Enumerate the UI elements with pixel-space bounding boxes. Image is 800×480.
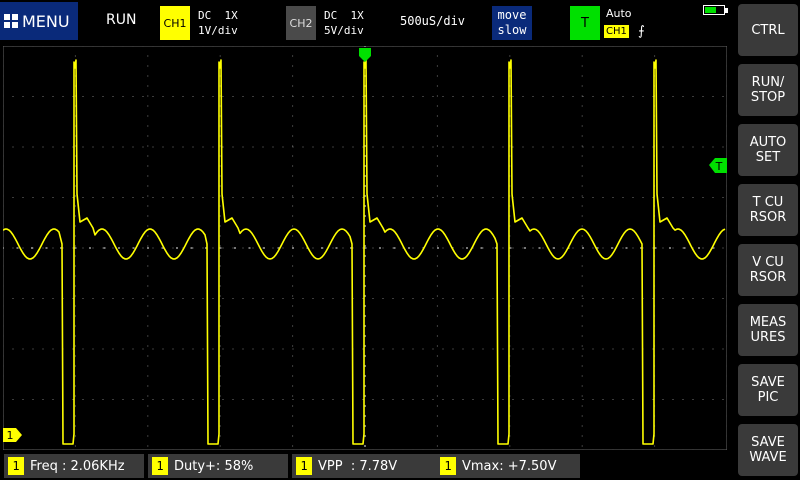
- battery-icon: [703, 5, 728, 15]
- timebase-readout[interactable]: 500uS/div: [400, 14, 465, 28]
- measure-value: Freq : 2.06KHz: [30, 458, 125, 474]
- trigger-badge[interactable]: T: [570, 6, 600, 40]
- ch2-coupling: DC 1X: [324, 9, 364, 22]
- measure-channel-badge: 1: [152, 457, 168, 475]
- ch1-scale: 1V/div: [198, 24, 238, 37]
- ch1-ground-label: 1: [7, 429, 14, 442]
- measure-channel-badge: 1: [440, 457, 456, 475]
- ch1-coupling: DC 1X: [198, 9, 238, 22]
- move-speed-button[interactable]: move slow: [492, 6, 532, 40]
- grid-icon: [4, 14, 18, 28]
- ctrl-button[interactable]: CTRL: [738, 4, 798, 56]
- voltage-cursor-button[interactable]: V CU RSOR: [738, 244, 798, 296]
- run-state-indicator[interactable]: RUN: [106, 12, 136, 28]
- vpp-measure[interactable]: 1 VPP : 7.78V: [292, 454, 436, 478]
- top-status-bar: MENU RUN CH1 DC 1X 1V/div CH2 DC 1X 5V/div…: [0, 0, 736, 46]
- ch1-settings[interactable]: DC 1X 1V/div: [198, 8, 238, 38]
- vmax-measure[interactable]: 1 Vmax: +7.50V: [436, 454, 580, 478]
- measures-button[interactable]: MEAS URES: [738, 304, 798, 356]
- measure-value: Duty+: 58%: [174, 458, 254, 474]
- save-pic-button[interactable]: SAVE PIC: [738, 364, 798, 416]
- measure-channel-badge: 1: [296, 457, 312, 475]
- ch2-scale: 5V/div: [324, 24, 364, 37]
- duty-measure[interactable]: 1 Duty+: 58%: [148, 454, 288, 478]
- run-stop-button[interactable]: RUN/ STOP: [738, 64, 798, 116]
- freq-measure[interactable]: 1 Freq : 2.06KHz: [4, 454, 144, 478]
- time-cursor-button[interactable]: T CU RSOR: [738, 184, 798, 236]
- trigger-source[interactable]: CH1: [604, 25, 629, 38]
- auto-set-button[interactable]: AUTO SET: [738, 124, 798, 176]
- measure-value: VPP : 7.78V: [318, 458, 398, 474]
- rising-edge-icon: ⨍: [638, 24, 645, 39]
- ch2-badge[interactable]: CH2: [286, 6, 316, 40]
- battery-level: [705, 7, 716, 13]
- menu-button[interactable]: MENU: [0, 2, 78, 40]
- move-speed-label: move slow: [497, 8, 527, 37]
- ch2-settings[interactable]: DC 1X 5V/div: [324, 8, 364, 38]
- save-wave-button[interactable]: SAVE WAVE: [738, 424, 798, 476]
- ch1-badge[interactable]: CH1: [160, 6, 190, 40]
- trigger-mode[interactable]: Auto: [606, 7, 632, 20]
- measure-value: Vmax: +7.50V: [462, 458, 557, 474]
- measurement-bar: 1 Freq : 2.06KHz 1 Duty+: 58% 1 VPP : 7.78V 1 V…: [0, 452, 736, 480]
- menu-label: MENU: [22, 11, 70, 31]
- waveform-display[interactable]: T 1: [3, 46, 727, 450]
- trigger-level-label: T: [715, 160, 723, 173]
- sidebar: CTRL RUN/ STOP AUTO SET T CU RSOR V CU RSOR M…: [738, 0, 800, 480]
- measure-channel-badge: 1: [8, 457, 24, 475]
